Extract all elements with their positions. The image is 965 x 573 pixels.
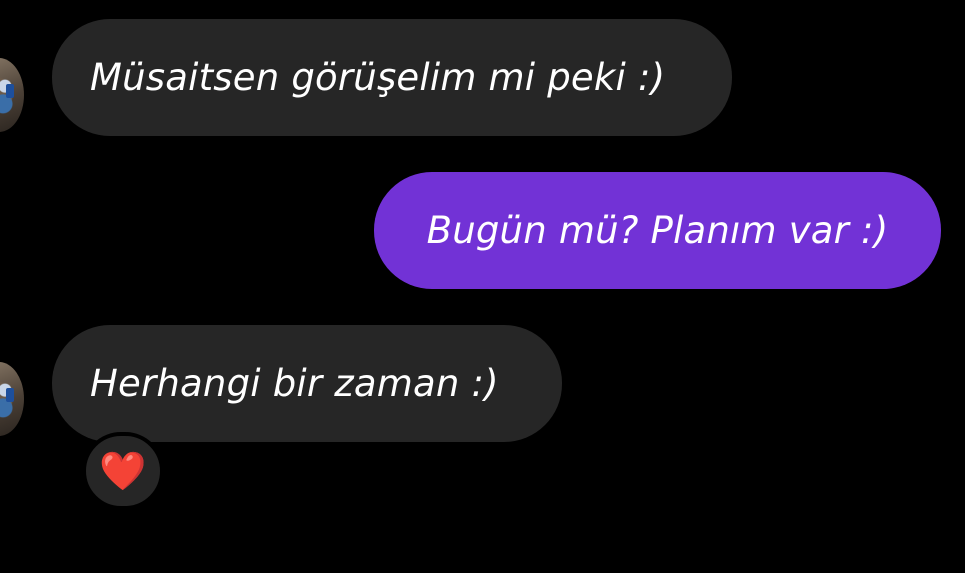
heart-reaction-icon: ❤️: [99, 448, 147, 493]
message-text: Bugün mü? Planım var :): [426, 209, 889, 252]
chat-thread: Müsaitsen görüşelim mi peki :) Bugün mü?…: [0, 0, 965, 573]
message-bubble-incoming[interactable]: Herhangi bir zaman :): [52, 325, 562, 442]
message-text: Müsaitsen görüşelim mi peki :): [90, 56, 666, 99]
contact-avatar[interactable]: [0, 58, 24, 132]
message-reaction[interactable]: ❤️: [82, 432, 164, 510]
message-bubble-incoming[interactable]: Müsaitsen görüşelim mi peki :): [52, 19, 732, 136]
message-bubble-outgoing[interactable]: Bugün mü? Planım var :): [374, 172, 941, 289]
avatar-image-detail: [6, 84, 14, 98]
message-text: Herhangi bir zaman :): [90, 362, 499, 405]
contact-avatar[interactable]: [0, 362, 24, 436]
avatar-image-detail: [6, 388, 14, 402]
